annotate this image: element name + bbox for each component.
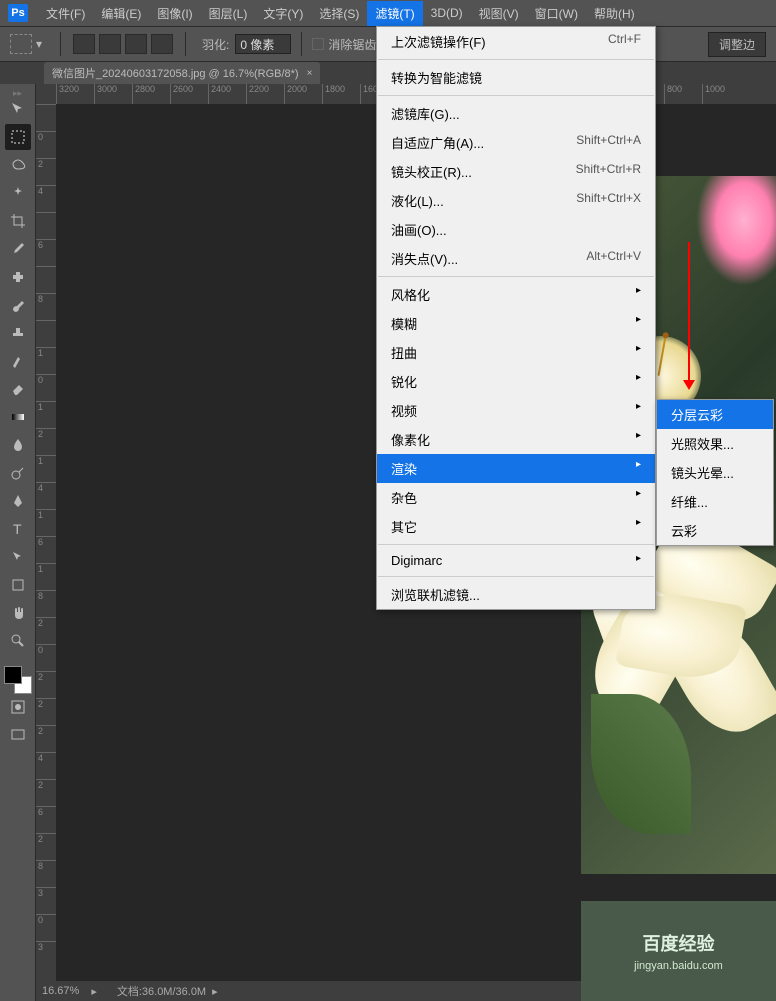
submenu-difference-clouds[interactable]: 分层云彩 (657, 400, 773, 429)
brush-tool-icon[interactable] (5, 292, 31, 318)
watermark: 百度经验 jingyan.baidu.com (581, 901, 776, 1001)
submenu-lens-flare[interactable]: 镜头光晕... (657, 458, 773, 487)
ruler-vertical[interactable]: 0246810121416182022242628303 (36, 104, 56, 981)
selection-new-icon[interactable] (73, 34, 95, 54)
menu-lens-correction[interactable]: 镜头校正(R)...Shift+Ctrl+R (377, 157, 655, 186)
stamp-tool-icon[interactable] (5, 320, 31, 346)
menu-image[interactable]: 图像(I) (149, 1, 200, 26)
eyedropper-tool-icon[interactable] (5, 236, 31, 262)
render-submenu: 分层云彩 光照效果... 镜头光晕... 纤维... 云彩 (656, 399, 774, 546)
menu-last-filter[interactable]: 上次滤镜操作(F)Ctrl+F (377, 27, 655, 56)
quickmask-tool-icon[interactable] (5, 694, 31, 720)
feather-label: 羽化: (202, 36, 229, 53)
menu-file[interactable]: 文件(F) (38, 1, 93, 26)
menu-other[interactable]: 其它 (377, 512, 655, 541)
antialias-checkbox[interactable] (312, 38, 324, 50)
menu-oil-paint[interactable]: 油画(O)... (377, 215, 655, 244)
menu-blur[interactable]: 模糊 (377, 309, 655, 338)
menu-sharpen[interactable]: 锐化 (377, 367, 655, 396)
menu-video[interactable]: 视频 (377, 396, 655, 425)
blur-tool-icon[interactable] (5, 432, 31, 458)
move-tool-icon[interactable] (5, 96, 31, 122)
menubar: Ps 文件(F) 编辑(E) 图像(I) 图层(L) 文字(Y) 选择(S) 滤… (0, 0, 776, 26)
antialias-label: 消除锯齿 (328, 36, 376, 53)
watermark-logo: 百度经验 (643, 930, 715, 956)
current-tool-icon[interactable] (10, 34, 32, 54)
toolbox: ▸▸ T (0, 84, 36, 1001)
menu-help[interactable]: 帮助(H) (586, 1, 643, 26)
guide-arrow-icon (688, 242, 690, 382)
menu-select[interactable]: 选择(S) (311, 1, 367, 26)
submenu-lighting-effects[interactable]: 光照效果... (657, 429, 773, 458)
menu-distort[interactable]: 扭曲 (377, 338, 655, 367)
submenu-clouds[interactable]: 云彩 (657, 516, 773, 545)
selection-add-icon[interactable] (99, 34, 121, 54)
document-info: 文档:36.0M/36.0M (117, 983, 206, 999)
hand-tool-icon[interactable] (5, 600, 31, 626)
filter-menu-dropdown: 上次滤镜操作(F)Ctrl+F 转换为智能滤镜 滤镜库(G)... 自适应广角(… (376, 26, 656, 610)
pen-tool-icon[interactable] (5, 488, 31, 514)
shape-tool-icon[interactable] (5, 572, 31, 598)
feather-input[interactable] (235, 34, 291, 54)
ruler-corner (36, 84, 56, 104)
svg-text:T: T (13, 521, 22, 537)
dodge-tool-icon[interactable] (5, 460, 31, 486)
submenu-fibers[interactable]: 纤维... (657, 487, 773, 516)
marquee-tool-icon[interactable] (5, 124, 31, 150)
menu-view[interactable]: 视图(V) (471, 1, 527, 26)
document-title: 微信图片_20240603172058.jpg @ 16.7%(RGB/8*) (52, 65, 299, 81)
refine-edge-button[interactable]: 调整边 (708, 32, 766, 57)
zoom-value[interactable]: 16.67% (42, 985, 79, 997)
app-logo: Ps (8, 4, 28, 22)
wand-tool-icon[interactable] (5, 180, 31, 206)
menu-render[interactable]: 渲染 (377, 454, 655, 483)
menu-text[interactable]: 文字(Y) (255, 1, 311, 26)
type-tool-icon[interactable]: T (5, 516, 31, 542)
watermark-url: jingyan.baidu.com (634, 960, 723, 972)
menu-adaptive-wide-angle[interactable]: 自适应广角(A)...Shift+Ctrl+A (377, 128, 655, 157)
gradient-tool-icon[interactable] (5, 404, 31, 430)
selection-subtract-icon[interactable] (125, 34, 147, 54)
menu-vanishing-point[interactable]: 消失点(V)...Alt+Ctrl+V (377, 244, 655, 273)
close-icon[interactable]: × (307, 68, 313, 79)
menu-browse-online-filters[interactable]: 浏览联机滤镜... (377, 580, 655, 609)
menu-noise[interactable]: 杂色 (377, 483, 655, 512)
heal-tool-icon[interactable] (5, 264, 31, 290)
color-swatches[interactable] (4, 666, 32, 694)
menu-convert-smart-filter[interactable]: 转换为智能滤镜 (377, 63, 655, 92)
menu-stylize[interactable]: 风格化 (377, 280, 655, 309)
menu-window[interactable]: 窗口(W) (527, 1, 586, 26)
crop-tool-icon[interactable] (5, 208, 31, 234)
zoom-tool-icon[interactable] (5, 628, 31, 654)
history-brush-tool-icon[interactable] (5, 348, 31, 374)
eraser-tool-icon[interactable] (5, 376, 31, 402)
lasso-tool-icon[interactable] (5, 152, 31, 178)
menu-filter[interactable]: 滤镜(T) (367, 1, 422, 26)
menu-edit[interactable]: 编辑(E) (93, 1, 149, 26)
menu-3d[interactable]: 3D(D) (423, 2, 471, 24)
foreground-color-swatch[interactable] (4, 666, 22, 684)
document-tab[interactable]: 微信图片_20240603172058.jpg @ 16.7%(RGB/8*) … (44, 62, 320, 84)
menu-filter-gallery[interactable]: 滤镜库(G)... (377, 99, 655, 128)
selection-intersect-icon[interactable] (151, 34, 173, 54)
path-select-tool-icon[interactable] (5, 544, 31, 570)
menu-layer[interactable]: 图层(L) (201, 1, 256, 26)
menu-digimarc[interactable]: Digimarc (377, 548, 655, 573)
menu-liquify[interactable]: 液化(L)...Shift+Ctrl+X (377, 186, 655, 215)
menu-pixelate[interactable]: 像素化 (377, 425, 655, 454)
screenmode-tool-icon[interactable] (5, 722, 31, 748)
